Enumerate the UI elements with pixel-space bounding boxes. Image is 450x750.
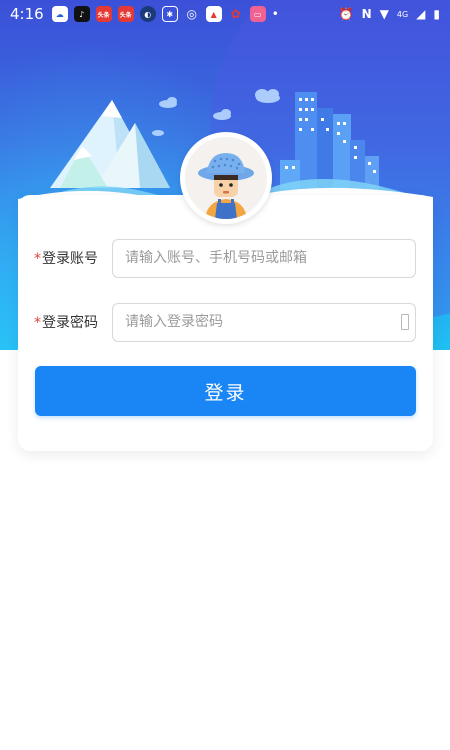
required-mark: * (34, 251, 41, 267)
password-input[interactable] (112, 302, 416, 342)
account-input[interactable] (112, 238, 416, 278)
dot-icon: • (271, 7, 279, 21)
login-button[interactable]: 登录 (35, 366, 416, 416)
notification-icons: ☁ ♪ 头条 头条 ◐ ✱ ◎ ▲ ✿ ▭ • (51, 6, 279, 22)
status-time: 4:16 (10, 5, 44, 23)
tiktok-icon: ♪ (73, 6, 90, 22)
paw-app-icon: ✱ (161, 6, 178, 22)
nfc-icon: N (361, 7, 372, 21)
compass-app-icon: ◐ (139, 6, 156, 22)
farmer-avatar-icon (198, 153, 254, 219)
password-row: *登录密码 (18, 302, 433, 342)
wifi-icon: ▼ (379, 7, 389, 21)
login-card: *登录账号 *登录密码 登录 (18, 195, 433, 451)
wechat-icon: ◎ (186, 7, 197, 21)
cloud-icon (152, 89, 280, 136)
alarm-icon: ⏰ (338, 7, 354, 21)
cloud-app-icon: ☁ (51, 6, 68, 22)
signal-icon: ◢ (416, 7, 426, 21)
system-icons: ⏰ N ▼ 4G ◢ ▮ (339, 7, 440, 21)
password-label-text: 登录密码 (42, 315, 98, 331)
toutiao-icon: 头条 (117, 6, 134, 22)
chat-app-icon: ▭ (249, 6, 266, 22)
pdf-app-icon: ▲ (205, 6, 222, 22)
toutiao-icon: 头条 (95, 6, 112, 22)
required-mark: * (34, 315, 41, 331)
battery-icon: ▮ (433, 7, 440, 21)
mountain-icon (50, 100, 170, 188)
account-label-text: 登录账号 (42, 251, 98, 267)
weibo-icon: ✿ (230, 7, 241, 21)
network-type: 4G (396, 9, 409, 19)
password-label: *登录密码 (18, 312, 113, 332)
avatar (180, 132, 272, 224)
status-bar: 4:16 ☁ ♪ 头条 头条 ◐ ✱ ◎ ▲ ✿ ▭ • ⏰ N ▼ 4G ◢ … (0, 0, 450, 28)
account-row: *登录账号 (18, 238, 433, 278)
building-icon (280, 92, 379, 192)
password-visibility-icon[interactable] (401, 314, 409, 330)
account-label: *登录账号 (18, 248, 113, 268)
